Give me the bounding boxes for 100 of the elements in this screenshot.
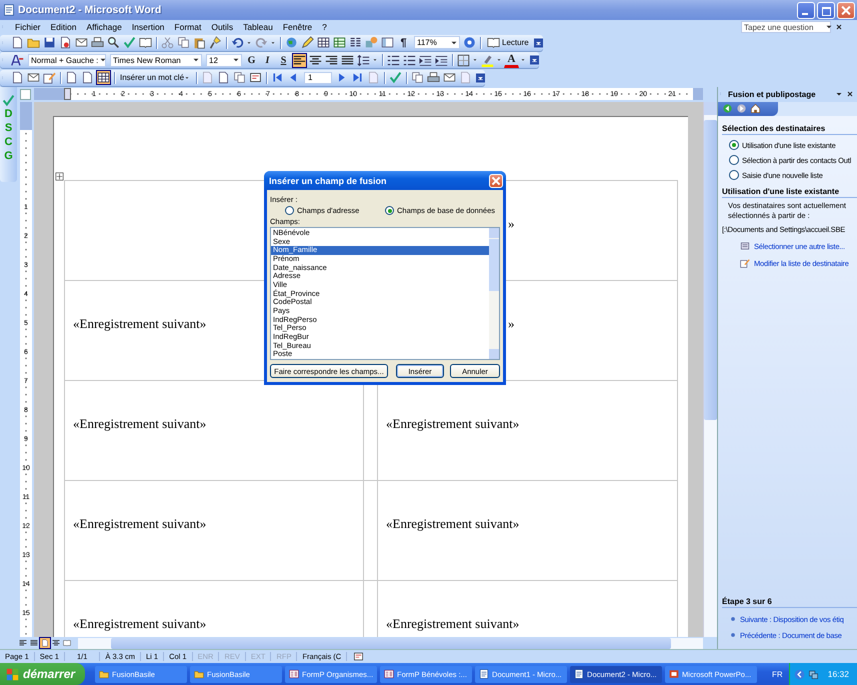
printer-icon[interactable] (427, 71, 440, 84)
document-icon[interactable] (574, 669, 584, 679)
network-icon[interactable] (808, 668, 819, 680)
minimize-button[interactable] (797, 2, 815, 18)
chevron-icon[interactable] (794, 668, 805, 680)
radio-button[interactable] (729, 140, 739, 150)
vertical-scrollbar[interactable] (703, 102, 717, 637)
font-size-dropdown[interactable]: 12 (206, 54, 242, 67)
menu-item[interactable]: Outils (206, 22, 238, 32)
dictionary-icon[interactable] (249, 71, 262, 84)
menu-item[interactable]: Affichage (82, 22, 127, 32)
record-field[interactable]: 1 (304, 72, 332, 84)
copy-icon[interactable] (177, 36, 190, 50)
list-edit-icon[interactable] (740, 258, 750, 268)
book-icon[interactable] (139, 36, 152, 50)
folder-icon[interactable] (99, 669, 110, 679)
close-icon[interactable] (846, 90, 854, 98)
format-button[interactable]: S (276, 52, 291, 68)
highlighter-icon[interactable] (481, 54, 494, 67)
language-indicator[interactable]: FR (772, 670, 783, 678)
radio-button[interactable] (285, 206, 294, 215)
close-button[interactable] (489, 174, 503, 188)
checkmark-icon[interactable] (123, 36, 136, 50)
list-edit-icon[interactable] (43, 71, 56, 84)
zoom-dropdown[interactable]: 117% (414, 36, 460, 50)
lock-page-icon[interactable] (59, 36, 72, 50)
back-icon[interactable] (722, 103, 733, 114)
indent-icon[interactable] (435, 54, 448, 67)
dropdown-arrow-icon[interactable] (835, 90, 843, 98)
help-icon[interactable] (463, 36, 476, 50)
copy-icon[interactable] (233, 71, 246, 84)
clipboard-icon[interactable] (193, 36, 206, 50)
magnifier-icon[interactable] (107, 36, 120, 50)
table-move-handle-icon[interactable] (55, 172, 64, 180)
show-formatting-button[interactable]: ¶ (396, 35, 411, 50)
borders-icon[interactable] (457, 54, 470, 67)
save-icon[interactable] (43, 36, 56, 50)
indent-marker[interactable] (64, 88, 71, 100)
list-icon[interactable] (387, 54, 400, 67)
radio-button[interactable] (729, 155, 739, 165)
justify-icon[interactable] (30, 639, 38, 647)
printer-icon[interactable] (91, 36, 104, 50)
font-color-button[interactable]: A (504, 52, 519, 68)
styles-icon[interactable] (11, 54, 24, 67)
help-field[interactable]: Tapez une question (741, 21, 831, 33)
scissors-icon[interactable] (161, 36, 174, 50)
forward-icon[interactable] (736, 103, 747, 114)
list-select-icon[interactable] (740, 241, 750, 251)
form-icon[interactable] (289, 669, 300, 679)
page-icon[interactable] (41, 639, 49, 647)
copy-icon[interactable] (411, 71, 424, 84)
reading-button[interactable]: Lecture (484, 35, 532, 50)
radio-button[interactable] (385, 206, 394, 215)
book-icon[interactable] (63, 639, 71, 647)
menu-item[interactable]: Edition (46, 22, 82, 32)
undo-icon[interactable] (231, 36, 244, 50)
format-button[interactable]: I (260, 52, 275, 68)
checkmark-icon[interactable] (2, 94, 15, 106)
page-icon[interactable] (11, 36, 24, 50)
style-dropdown[interactable]: Normal + Gauche : (28, 54, 106, 67)
checkmark-icon[interactable] (389, 71, 402, 84)
form-icon[interactable] (384, 669, 394, 679)
list-scrollbar[interactable] (489, 228, 499, 359)
close-button[interactable] (837, 2, 855, 18)
table-icon[interactable] (317, 36, 330, 50)
envelope-icon[interactable] (443, 71, 456, 84)
pencil-icon[interactable] (301, 36, 314, 50)
spreadsheet-icon[interactable] (333, 36, 346, 50)
restore-button[interactable] (817, 2, 835, 18)
menu-item[interactable]: Tableau (238, 22, 278, 32)
font-dropdown[interactable]: Times New Roman (110, 54, 202, 67)
menu-item[interactable]: ? (317, 22, 332, 32)
columns-icon[interactable] (349, 36, 362, 50)
page-icon[interactable] (217, 71, 230, 84)
align-left-icon[interactable] (19, 639, 27, 647)
indent-icon[interactable] (419, 54, 432, 67)
page-icon[interactable] (11, 71, 24, 84)
first-icon[interactable] (271, 71, 284, 84)
last-icon[interactable] (351, 71, 364, 84)
horizontal-scrollbar[interactable] (78, 638, 703, 648)
list-icon[interactable] (403, 54, 416, 67)
close-icon[interactable] (835, 22, 843, 30)
radio-button[interactable] (729, 170, 739, 180)
menu-item[interactable]: Fichier (10, 22, 46, 32)
presentation-icon[interactable] (669, 669, 680, 679)
document-icon[interactable] (479, 669, 490, 679)
document-map-icon[interactable] (381, 36, 394, 50)
book-icon[interactable] (487, 36, 500, 50)
home-icon[interactable] (750, 103, 761, 114)
brush-icon[interactable] (209, 36, 222, 50)
align-center-icon[interactable] (52, 639, 60, 647)
envelope-icon[interactable] (27, 71, 40, 84)
line-spacing-icon[interactable] (357, 54, 370, 67)
menu-item[interactable]: Insertion (126, 22, 170, 32)
format-button[interactable]: G (244, 52, 259, 68)
menu-item[interactable]: Format (169, 22, 206, 32)
keyword-button[interactable]: Insérer un mot clé (118, 70, 194, 86)
menu-item[interactable]: Fenêtre (278, 22, 318, 32)
folder-icon[interactable] (194, 669, 204, 679)
envelope-icon[interactable] (75, 36, 88, 50)
